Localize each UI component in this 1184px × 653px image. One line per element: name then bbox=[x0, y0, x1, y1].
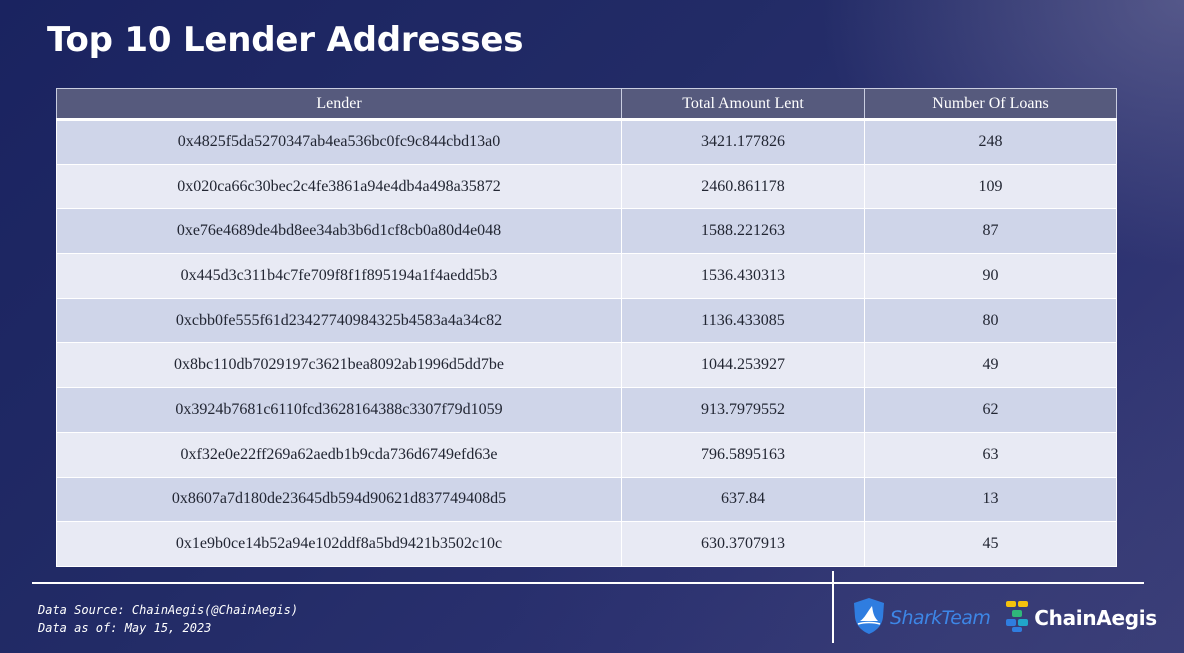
lender-address: 0x3924b7681c6110fcd3628164388c3307f79d10… bbox=[56, 387, 622, 433]
loan-count: 45 bbox=[864, 521, 1117, 567]
loan-count: 63 bbox=[864, 432, 1117, 478]
total-amount: 913.7979552 bbox=[621, 387, 865, 433]
shark-shield-icon bbox=[852, 597, 886, 639]
loan-count: 62 bbox=[864, 387, 1117, 433]
sharkteam-logo-text: SharkTeam bbox=[890, 607, 991, 629]
table-row: 0x8bc110db7029197c3621bea8092ab1996d5dd7… bbox=[56, 342, 1117, 389]
lender-address: 0xf32e0e22ff269a62aedb1b9cda736d6749efd6… bbox=[56, 432, 622, 478]
total-amount: 1044.253927 bbox=[621, 342, 865, 389]
lender-address: 0xe76e4689de4bd8ee34ab3b6d1cf8cb0a80d4e0… bbox=[56, 208, 622, 255]
total-amount: 630.3707913 bbox=[621, 521, 865, 567]
lender-address: 0x4825f5da5270347ab4ea536bc0fc9c844cbd13… bbox=[56, 119, 622, 165]
table-row: 0x1e9b0ce14b52a94e102ddf8a5bd9421b3502c1… bbox=[56, 521, 1117, 567]
loan-count: 87 bbox=[864, 208, 1117, 255]
table-row: 0x8607a7d180de23645db594d90621d837749408… bbox=[56, 477, 1117, 523]
chainaegis-logo-text: ChainAegis bbox=[1034, 606, 1157, 630]
total-amount: 637.84 bbox=[621, 477, 865, 523]
column-header-total-amount: Total Amount Lent bbox=[621, 88, 865, 120]
lender-address: 0xcbb0fe555f61d23427740984325b4583a4a34c… bbox=[56, 298, 622, 344]
data-source-text: Data Source: ChainAegis(@ChainAegis) bbox=[38, 603, 299, 617]
total-amount: 2460.861178 bbox=[621, 164, 865, 210]
loan-count: 13 bbox=[864, 477, 1117, 523]
lender-address: 0x445d3c311b4c7fe709f8f1f895194a1f4aedd5… bbox=[56, 253, 622, 299]
footer-logos: SharkTeam ChainAegis bbox=[852, 598, 1157, 638]
total-amount: 796.5895163 bbox=[621, 432, 865, 478]
chainaegis-logo: ChainAegis bbox=[1004, 599, 1157, 637]
table-row: 0xe76e4689de4bd8ee34ab3b6d1cf8cb0a80d4e0… bbox=[56, 208, 1117, 255]
table-row: 0x445d3c311b4c7fe709f8f1f895194a1f4aedd5… bbox=[56, 253, 1117, 299]
table-header-row: Lender Total Amount Lent Number Of Loans bbox=[56, 88, 1117, 120]
table-row: 0x020ca66c30bec2c4fe3861a94e4db4a498a358… bbox=[56, 164, 1117, 210]
table-row: 0xf32e0e22ff269a62aedb1b9cda736d6749efd6… bbox=[56, 432, 1117, 478]
page-title: Top 10 Lender Addresses bbox=[47, 20, 524, 60]
loan-count: 248 bbox=[864, 119, 1117, 165]
column-header-lender: Lender bbox=[56, 88, 622, 120]
data-date-text: Data as of: May 15, 2023 bbox=[38, 621, 212, 635]
sharkteam-logo: SharkTeam bbox=[852, 597, 991, 639]
loan-count: 90 bbox=[864, 253, 1117, 299]
table-row: 0x4825f5da5270347ab4ea536bc0fc9c844cbd13… bbox=[56, 119, 1117, 165]
loan-count: 49 bbox=[864, 342, 1117, 389]
data-source-note: Data Source: ChainAegis(@ChainAegis) Dat… bbox=[38, 601, 298, 637]
column-header-number-of-loans: Number Of Loans bbox=[864, 88, 1117, 120]
loan-count: 109 bbox=[864, 164, 1117, 210]
table-row: 0x3924b7681c6110fcd3628164388c3307f79d10… bbox=[56, 387, 1117, 433]
total-amount: 1536.430313 bbox=[621, 253, 865, 299]
footer-divider-vertical bbox=[832, 571, 834, 643]
lender-address: 0x1e9b0ce14b52a94e102ddf8a5bd9421b3502c1… bbox=[56, 521, 622, 567]
table-row: 0xcbb0fe555f61d23427740984325b4583a4a34c… bbox=[56, 298, 1117, 344]
lender-address: 0x020ca66c30bec2c4fe3861a94e4db4a498a358… bbox=[56, 164, 622, 210]
total-amount: 1588.221263 bbox=[621, 208, 865, 255]
chainaegis-logo-icon bbox=[1004, 599, 1030, 637]
lender-address: 0x8607a7d180de23645db594d90621d837749408… bbox=[56, 477, 622, 523]
lender-address: 0x8bc110db7029197c3621bea8092ab1996d5dd7… bbox=[56, 342, 622, 389]
total-amount: 1136.433085 bbox=[621, 298, 865, 344]
footer-divider-horizontal bbox=[32, 582, 1144, 584]
loan-count: 80 bbox=[864, 298, 1117, 344]
lender-table: Lender Total Amount Lent Number Of Loans… bbox=[56, 88, 1117, 567]
total-amount: 3421.177826 bbox=[621, 119, 865, 165]
